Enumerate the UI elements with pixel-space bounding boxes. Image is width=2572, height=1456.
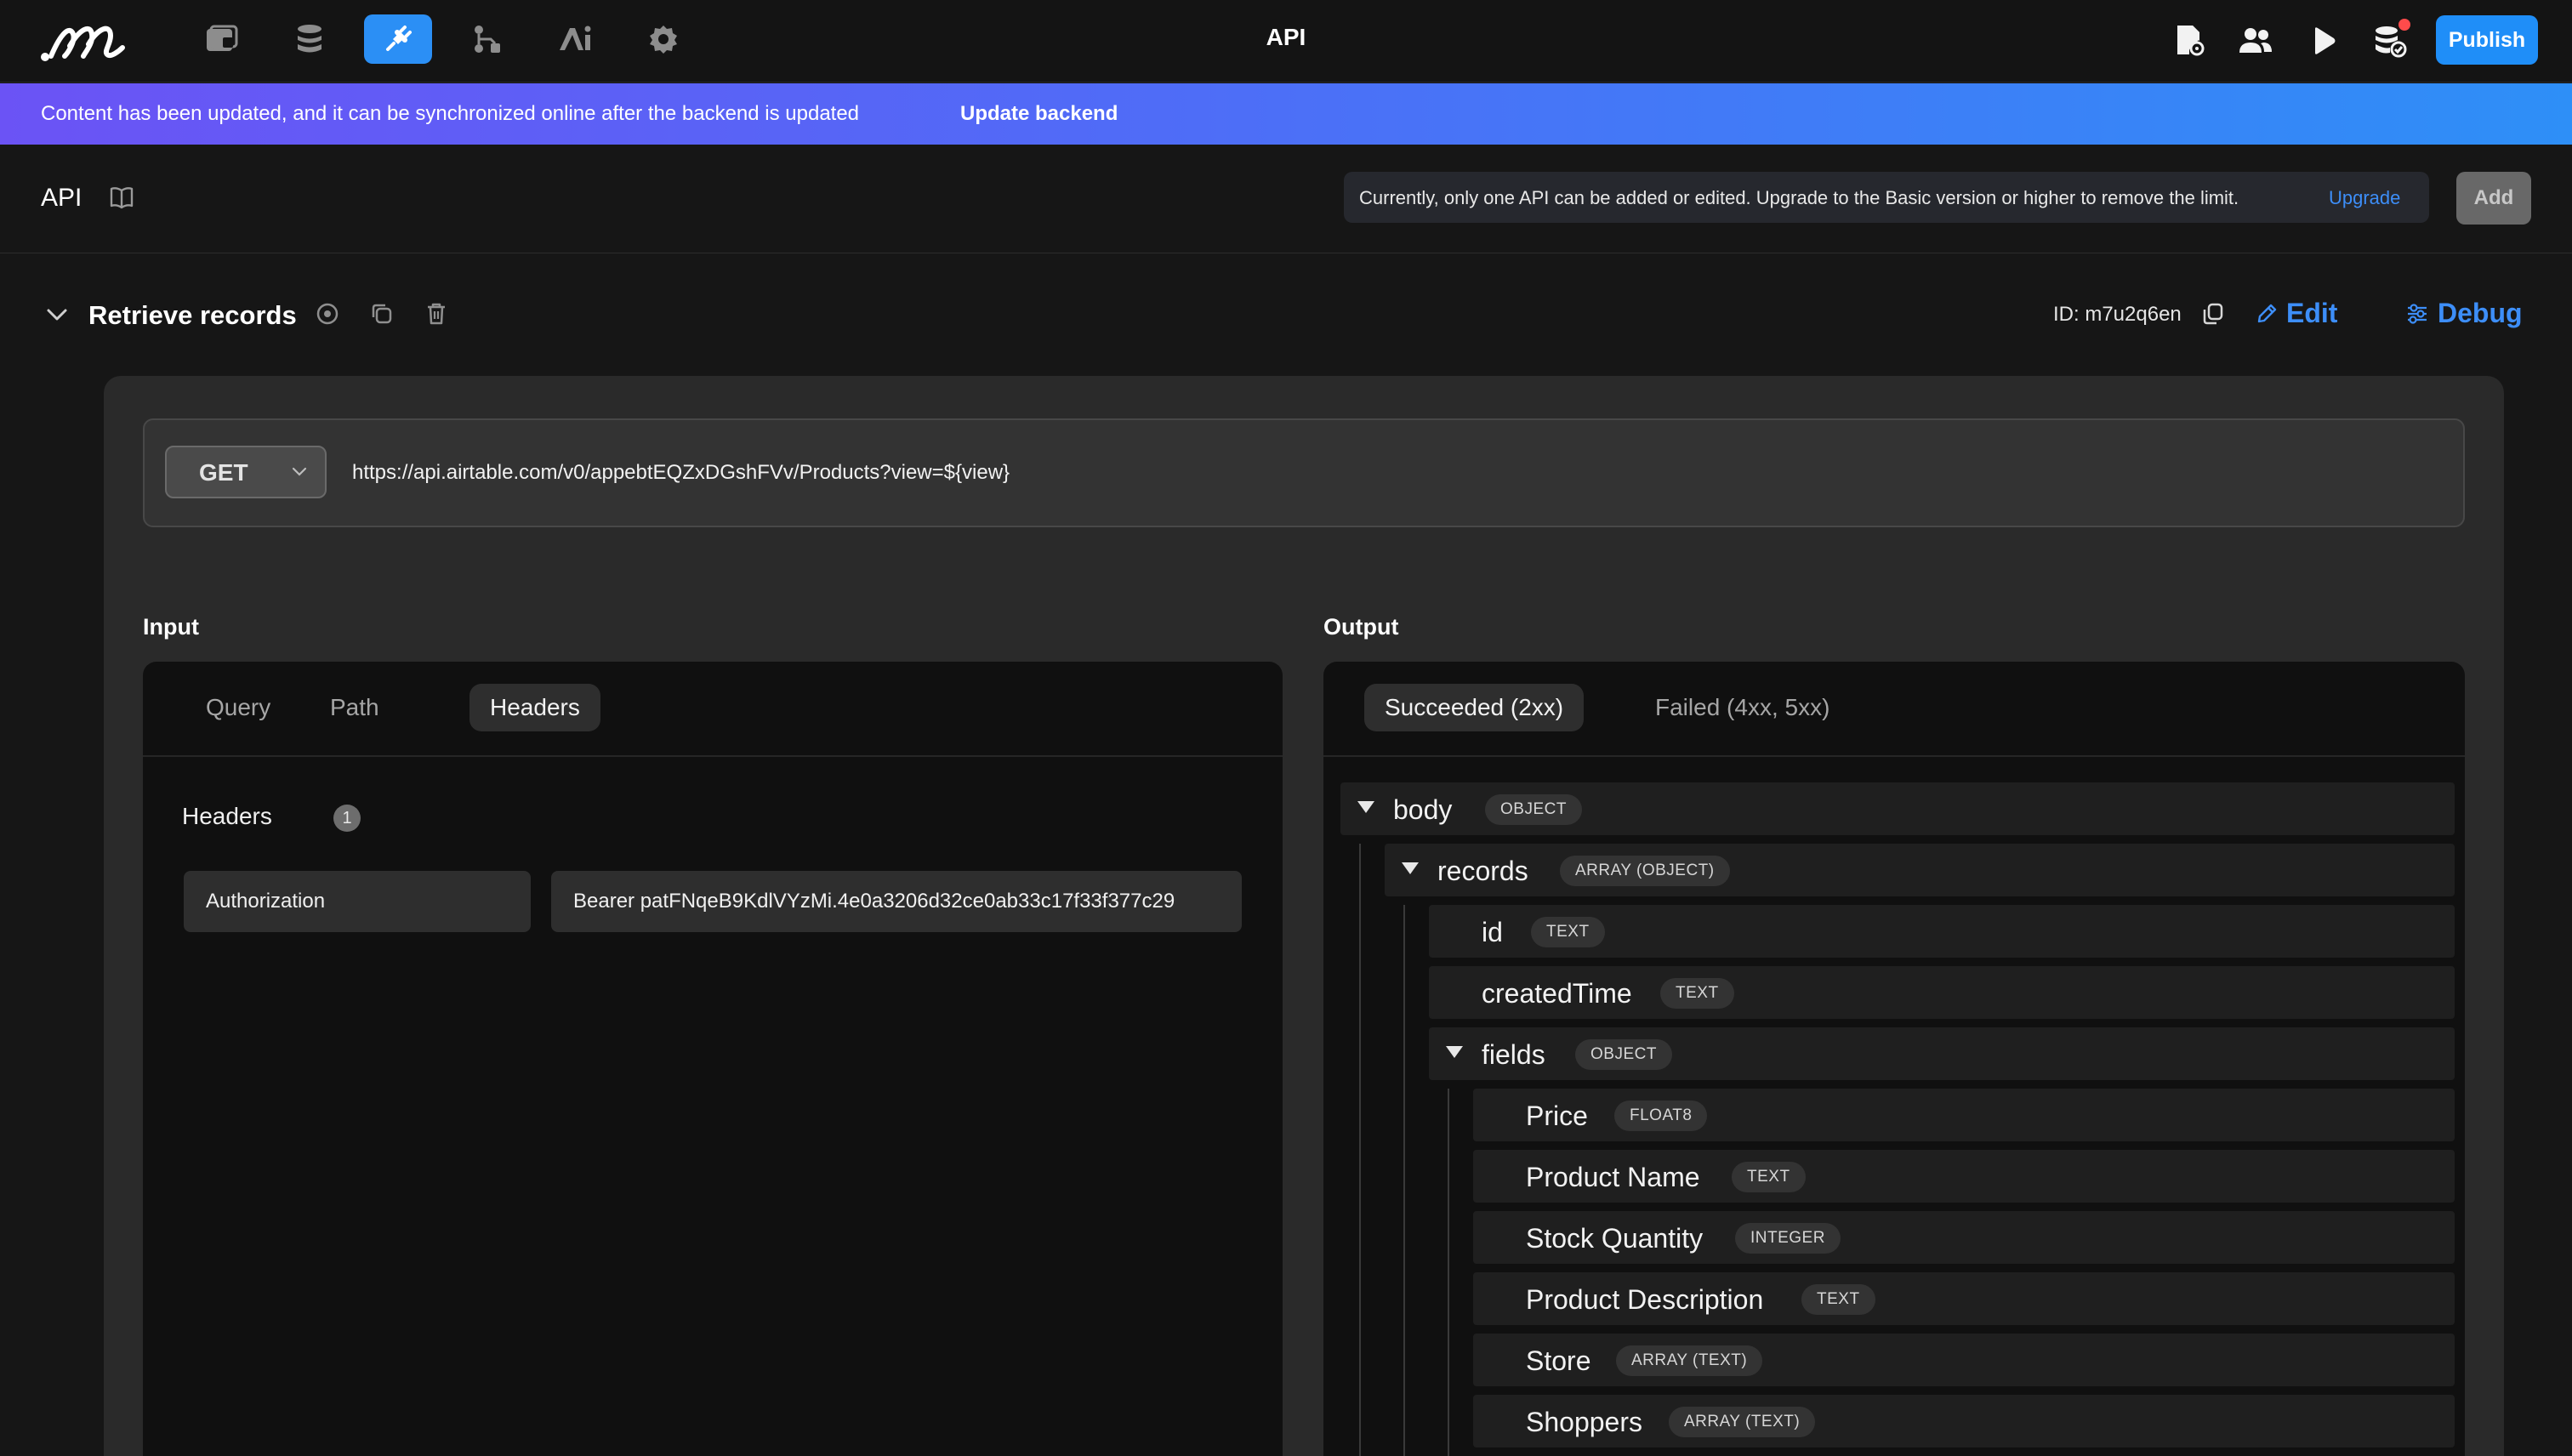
pages-icon[interactable] bbox=[187, 14, 255, 64]
type-chip: TEXT bbox=[1732, 1162, 1806, 1192]
caret-down-icon[interactable] bbox=[1446, 1046, 1463, 1058]
ai-icon[interactable] bbox=[541, 14, 609, 64]
tree-node-product-description[interactable]: Product Description TEXT bbox=[1473, 1272, 2455, 1325]
type-chip: FLOAT8 bbox=[1614, 1101, 1708, 1131]
page-header: API Currently, only one API can be added… bbox=[0, 145, 2572, 253]
debug-label: Debug bbox=[2438, 298, 2523, 328]
tree-guide-line bbox=[1359, 844, 1361, 1456]
book-icon[interactable] bbox=[109, 185, 134, 209]
tree-node-label: id bbox=[1482, 917, 1503, 947]
caret-down-icon[interactable] bbox=[1357, 801, 1374, 813]
tree-guide-line bbox=[1403, 905, 1405, 1456]
limit-notice: Currently, only one API can be added or … bbox=[1344, 172, 2429, 223]
pencil-icon bbox=[2256, 303, 2278, 325]
api-name: Retrieve records bbox=[88, 300, 297, 330]
type-chip: ARRAY (OBJECT) bbox=[1560, 856, 1730, 886]
document-settings-icon[interactable] bbox=[2167, 19, 2211, 63]
type-chip: OBJECT bbox=[1575, 1039, 1672, 1070]
tree-node-label: Product Name bbox=[1526, 1162, 1700, 1192]
type-chip: ARRAY (TEXT) bbox=[1616, 1345, 1763, 1376]
duplicate-icon[interactable] bbox=[369, 301, 395, 327]
workflow-icon[interactable] bbox=[452, 14, 521, 64]
delete-trash-icon[interactable] bbox=[424, 301, 449, 327]
header-value-field[interactable]: Bearer patFNqeB9KdlVYzMi.4e0a3206d32ce0a… bbox=[551, 871, 1242, 932]
url-input[interactable]: https://api.airtable.com/v0/appebtEQZxDG… bbox=[352, 461, 1010, 485]
type-chip: TEXT bbox=[1660, 978, 1734, 1009]
tree-node-product-name[interactable]: Product Name TEXT bbox=[1473, 1150, 2455, 1203]
input-section-label: Input bbox=[143, 614, 199, 640]
users-icon[interactable] bbox=[2233, 19, 2278, 63]
view-circle-icon[interactable] bbox=[315, 301, 340, 327]
banner-message: Content has been updated, and it can be … bbox=[41, 102, 860, 125]
tree-node-body[interactable]: body OBJECT bbox=[1340, 782, 2455, 835]
publish-button[interactable]: Publish bbox=[2436, 15, 2538, 65]
api-id: ID: m7u2q6en bbox=[2053, 303, 2182, 326]
tree-node-id[interactable]: id TEXT bbox=[1429, 905, 2455, 958]
tree-node-records[interactable]: records ARRAY (OBJECT) bbox=[1385, 844, 2455, 896]
play-icon[interactable] bbox=[2302, 19, 2346, 63]
tree-node-label: body bbox=[1393, 794, 1453, 825]
tree-node-fields[interactable]: fields OBJECT bbox=[1429, 1027, 2455, 1080]
tree-node-label: Stock Quantity bbox=[1526, 1223, 1704, 1254]
tab-succeeded[interactable]: Succeeded (2xx) bbox=[1364, 684, 1585, 731]
tree-node-label: Shoppers bbox=[1526, 1407, 1642, 1437]
tree-node-stock-quantity[interactable]: Stock Quantity INTEGER bbox=[1473, 1211, 2455, 1264]
type-chip: ARRAY (TEXT) bbox=[1669, 1407, 1816, 1437]
tree-node-store[interactable]: Store ARRAY (TEXT) bbox=[1473, 1334, 2455, 1386]
debug-button[interactable]: Debug bbox=[2405, 298, 2523, 329]
tree-node-createdtime[interactable]: createdTime TEXT bbox=[1429, 966, 2455, 1019]
type-chip: OBJECT bbox=[1485, 794, 1582, 825]
settings-gear-icon[interactable] bbox=[629, 14, 697, 64]
tree-node-label: records bbox=[1437, 856, 1528, 886]
headers-title: Headers bbox=[182, 803, 272, 829]
api-detail-panel: GET https://api.airtable.com/v0/appebtEQ… bbox=[104, 376, 2504, 1456]
tree-node-price[interactable]: Price FLOAT8 bbox=[1473, 1089, 2455, 1141]
edit-button[interactable]: Edit bbox=[2256, 298, 2337, 329]
input-card: Query Path Headers Headers 1 Authorizati… bbox=[143, 662, 1283, 1456]
http-method-value: GET bbox=[199, 459, 248, 486]
limit-notice-text: Currently, only one API can be added or … bbox=[1359, 187, 2239, 208]
tree-node-label: Price bbox=[1526, 1101, 1588, 1131]
headers-count-badge: 1 bbox=[333, 805, 361, 832]
upgrade-link[interactable]: Upgrade bbox=[2329, 187, 2400, 209]
tab-path[interactable]: Path bbox=[310, 684, 400, 731]
section-title: API bbox=[41, 184, 83, 212]
sliders-icon bbox=[2405, 302, 2429, 326]
output-tabs: Succeeded (2xx) Failed (4xx, 5xx) bbox=[1323, 662, 2465, 757]
output-card: Succeeded (2xx) Failed (4xx, 5xx) body O… bbox=[1323, 662, 2465, 1456]
api-plug-icon[interactable] bbox=[364, 14, 432, 64]
add-api-button[interactable]: Add bbox=[2456, 172, 2531, 225]
top-bar: API Publish bbox=[0, 0, 2572, 82]
notification-dot bbox=[2398, 19, 2410, 31]
tree-node-label: Store bbox=[1526, 1345, 1591, 1376]
type-chip: TEXT bbox=[1531, 917, 1605, 947]
tree-node-label: fields bbox=[1482, 1039, 1545, 1070]
tree-node-label: Product Description bbox=[1526, 1284, 1764, 1315]
type-chip: INTEGER bbox=[1735, 1223, 1841, 1254]
update-backend-link[interactable]: Update backend bbox=[960, 102, 1118, 126]
m-logo-icon[interactable] bbox=[39, 17, 128, 65]
page-title: API bbox=[1266, 24, 1306, 50]
database-sync-icon[interactable] bbox=[2368, 19, 2412, 63]
edit-label: Edit bbox=[2286, 298, 2338, 328]
tree-node-label: createdTime bbox=[1482, 978, 1632, 1009]
request-url-bar: GET https://api.airtable.com/v0/appebtEQ… bbox=[143, 418, 2465, 527]
tree-guide-line bbox=[1448, 1089, 1449, 1456]
tree-node-shoppers[interactable]: Shoppers ARRAY (TEXT) bbox=[1473, 1395, 2455, 1447]
caret-down-icon[interactable] bbox=[1402, 862, 1419, 874]
input-tabs: Query Path Headers bbox=[143, 662, 1283, 757]
copy-id-icon[interactable] bbox=[2201, 301, 2225, 327]
update-banner: Content has been updated, and it can be … bbox=[0, 83, 2572, 145]
tab-query[interactable]: Query bbox=[185, 684, 291, 731]
chevron-down-icon bbox=[291, 466, 308, 478]
type-chip: TEXT bbox=[1801, 1284, 1875, 1315]
output-section-label: Output bbox=[1323, 614, 1399, 640]
tab-headers[interactable]: Headers bbox=[469, 684, 600, 731]
http-method-select[interactable]: GET bbox=[165, 446, 327, 498]
tab-failed[interactable]: Failed (4xx, 5xx) bbox=[1635, 684, 1850, 731]
collapse-chevron-icon[interactable] bbox=[46, 306, 68, 323]
api-item-header: Retrieve records ID: m7u2q6en Edit Debug bbox=[0, 253, 2572, 374]
database-icon[interactable] bbox=[276, 14, 344, 64]
header-key-field[interactable]: Authorization bbox=[184, 871, 531, 932]
